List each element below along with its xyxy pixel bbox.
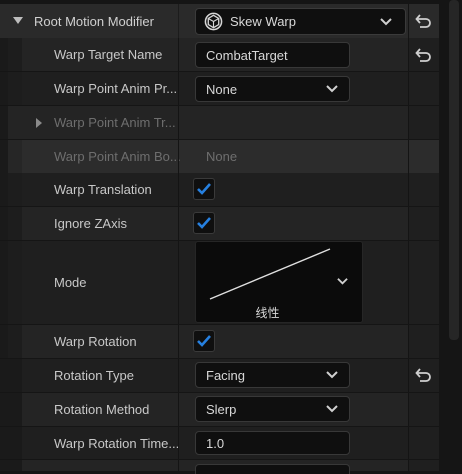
reset-to-default-icon[interactable] — [414, 46, 432, 64]
warp-translation-checkbox[interactable] — [193, 178, 215, 200]
checkmark-icon — [197, 217, 211, 229]
label-warp-rotation: Warp Rotation — [54, 334, 137, 349]
chevron-down-icon — [337, 278, 348, 285]
mode-curve-dropdown[interactable]: 线性 — [195, 241, 363, 323]
skew-warp-icon — [204, 12, 223, 31]
reset-to-default-icon[interactable] — [414, 12, 432, 30]
row-rotation-type: Rotation Type Facing — [0, 359, 439, 392]
warp-point-anim-provider-dropdown[interactable]: None — [195, 76, 350, 102]
row-partial-next — [0, 460, 439, 474]
dropdown-value: Slerp — [206, 401, 237, 417]
label-mode: Mode — [54, 275, 87, 290]
label-rotation-method: Rotation Method — [54, 402, 150, 417]
expand-arrow-icon[interactable] — [35, 117, 43, 129]
curve-label: 线性 — [255, 306, 280, 320]
checkmark-icon — [197, 335, 211, 347]
row-warp-point-anim-bone: Warp Point Anim Bo... None — [0, 140, 439, 173]
warp-target-name-input[interactable]: CombatTarget — [195, 42, 350, 68]
warp-point-anim-bone-value: None — [206, 149, 238, 164]
modifier-type-dropdown[interactable]: Skew Warp — [195, 8, 406, 35]
section-title: Root Motion Modifier — [34, 13, 154, 29]
rotation-type-dropdown[interactable]: Facing — [195, 362, 350, 388]
row-warp-point-anim-transform: Warp Point Anim Tr... — [0, 106, 439, 139]
label-warp-point-anim-provider: Warp Point Anim Pr... — [54, 81, 178, 96]
row-warp-point-anim-provider: Warp Point Anim Pr... None — [0, 72, 439, 105]
row-warp-rotation-time: Warp Rotation Time... 1.0 — [0, 427, 439, 459]
row-rotation-method: Rotation Method Slerp — [0, 393, 439, 426]
rotation-method-dropdown[interactable]: Slerp — [195, 396, 350, 422]
label-ignore-zaxis: Ignore ZAxis — [54, 216, 127, 231]
label-warp-translation: Warp Translation — [54, 182, 152, 197]
dropdown-value: Facing — [206, 367, 246, 383]
chevron-down-icon — [380, 18, 392, 26]
chevron-down-icon — [326, 85, 338, 93]
label-warp-point-anim-bone: Warp Point Anim Bo... — [54, 149, 181, 164]
warp-rotation-time-input[interactable]: 1.0 — [195, 431, 350, 455]
warp-rotation-checkbox[interactable] — [193, 330, 215, 352]
label-rotation-type: Rotation Type — [54, 368, 134, 383]
row-warp-target-name: Warp Target Name CombatTarget — [0, 38, 439, 71]
row-warp-rotation: Warp Rotation — [0, 325, 439, 358]
dropdown-value: None — [206, 81, 238, 97]
row-mode: Mode 线性 — [0, 241, 439, 324]
row-ignore-zaxis: Ignore ZAxis — [0, 207, 439, 240]
label-warp-target-name: Warp Target Name — [54, 47, 163, 62]
root-motion-modifier-header[interactable]: Root Motion Modifier Skew Warp — [0, 4, 439, 38]
ignore-zaxis-checkbox[interactable] — [193, 212, 215, 234]
label-warp-rotation-time: Warp Rotation Time... — [54, 435, 180, 451]
chevron-down-icon — [326, 405, 338, 413]
row-warp-translation: Warp Translation — [0, 173, 439, 206]
chevron-down-icon — [326, 371, 338, 379]
modifier-type-value: Skew Warp — [230, 14, 296, 29]
label-warp-point-anim-transform: Warp Point Anim Tr... — [54, 115, 176, 130]
checkmark-icon — [197, 183, 211, 195]
collapse-arrow-icon[interactable] — [12, 16, 24, 26]
scrollbar-thumb[interactable] — [449, 0, 459, 340]
reset-to-default-icon[interactable] — [414, 366, 432, 384]
partial-field[interactable] — [195, 464, 350, 474]
